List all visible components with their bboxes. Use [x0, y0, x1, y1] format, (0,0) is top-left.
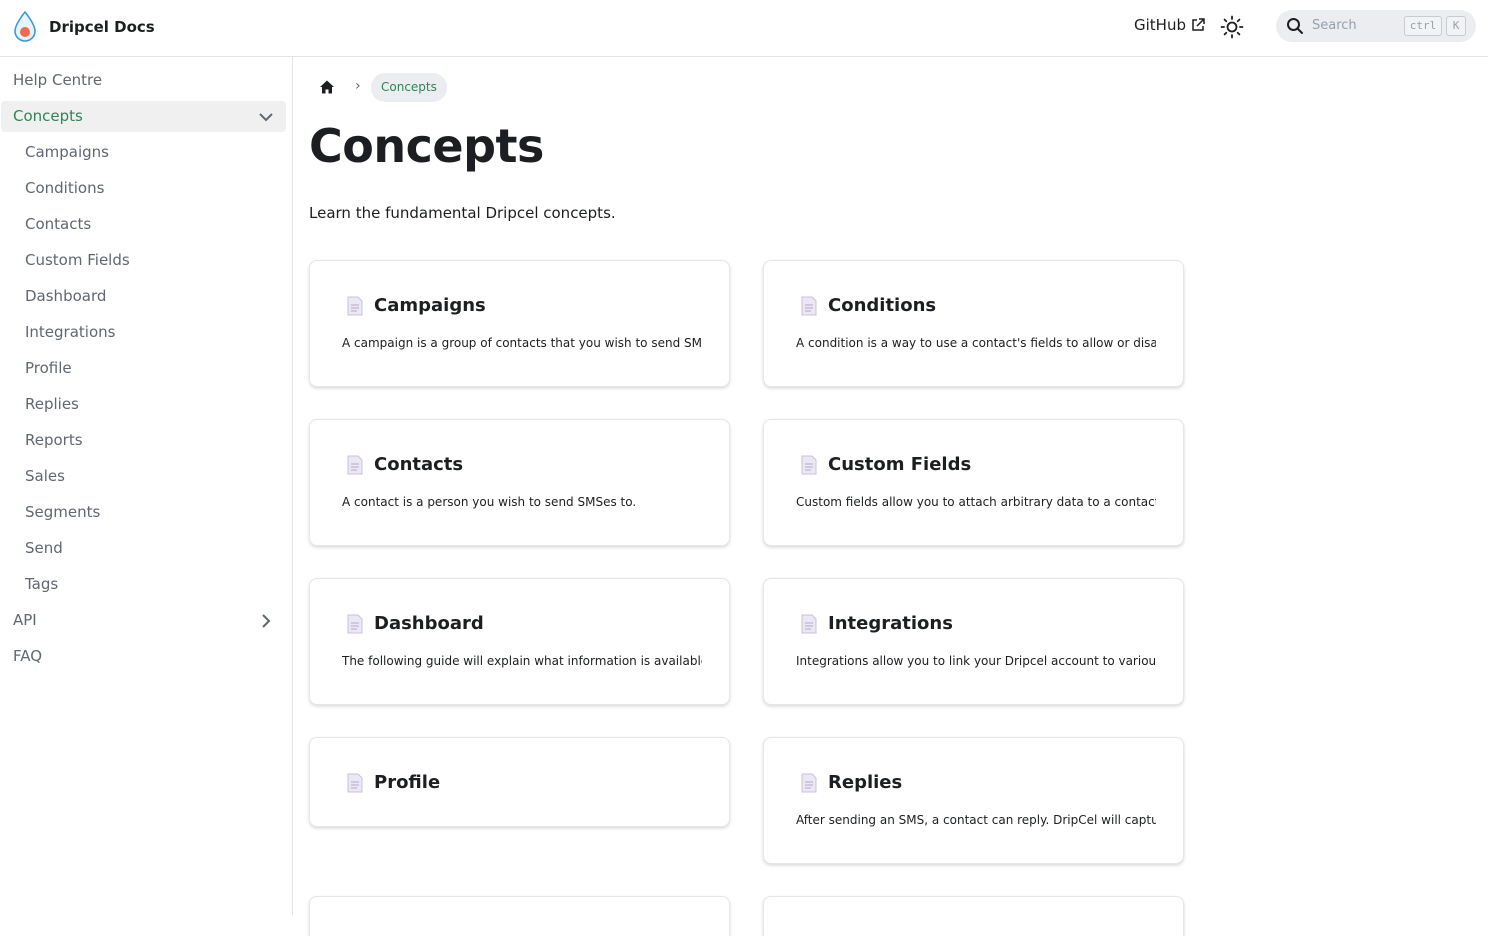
sidebar-item-tags[interactable]: Tags	[1, 569, 286, 600]
card-description: Custom fields allow you to attach arbitr…	[796, 495, 1156, 509]
theme-toggle-sun-icon[interactable]	[1219, 14, 1245, 40]
sidebar-item-concepts[interactable]: Concepts	[1, 101, 286, 132]
sidebar-item-label: API	[13, 611, 37, 629]
sidebar-item-label: Campaigns	[25, 143, 110, 161]
document-icon	[347, 455, 363, 474]
sidebar-item-send[interactable]: Send	[1, 533, 286, 564]
sidebar-item-label: FAQ	[13, 647, 43, 665]
sidebar-item-contacts[interactable]: Contacts	[1, 209, 286, 240]
document-icon	[801, 455, 817, 474]
document-icon	[347, 773, 363, 792]
card-description: A campaign is a group of contacts that y…	[342, 336, 702, 350]
search-placeholder: Search	[1312, 18, 1357, 33]
card-dashboard[interactable]: Dashboard The following guide will expla…	[309, 578, 730, 705]
page-description: Learn the fundamental Dripcel concepts.	[309, 204, 616, 222]
sidebar-item-api[interactable]: API	[1, 605, 286, 636]
breadcrumb-current: Concepts	[371, 73, 447, 102]
sidebar-item-integrations[interactable]: Integrations	[1, 317, 286, 348]
card-title: Dashboard	[374, 613, 484, 634]
chevron-down-icon[interactable]	[258, 109, 274, 125]
card-title: Campaigns	[374, 295, 486, 316]
page-title: Concepts	[309, 119, 544, 173]
main-content: › Concepts Concepts Learn the fundamenta…	[293, 57, 1488, 936]
sidebar-item-faq[interactable]: FAQ	[1, 641, 286, 672]
kbd-k: K	[1446, 16, 1466, 36]
sidebar-item-custom-fields[interactable]: Custom Fields	[1, 245, 286, 276]
sidebar-item-label: Help Centre	[13, 71, 103, 89]
sidebar-item-label: Custom Fields	[25, 251, 130, 269]
sidebar-item-profile[interactable]: Profile	[1, 353, 286, 384]
document-icon	[801, 773, 817, 792]
sidebar-item-label: Send	[25, 539, 63, 557]
document-icon	[801, 296, 817, 315]
search-icon	[1287, 18, 1303, 34]
sidebar-item-label: Concepts	[13, 107, 83, 125]
sidebar: Help Centre Concepts Campaigns Condition…	[0, 57, 293, 915]
card-partial[interactable]	[309, 896, 730, 936]
card-title: Conditions	[828, 295, 937, 316]
kbd-ctrl: ctrl	[1404, 16, 1442, 36]
sidebar-item-label: Tags	[25, 575, 59, 593]
navbar: Dripcel Docs GitHub Search ctrl K	[0, 0, 1488, 57]
sidebar-item-campaigns[interactable]: Campaigns	[1, 137, 286, 168]
sidebar-item-conditions[interactable]: Conditions	[1, 173, 286, 204]
card-description: A contact is a person you wish to send S…	[342, 495, 637, 509]
sidebar-item-label: Dashboard	[25, 287, 107, 305]
sidebar-item-dashboard[interactable]: Dashboard	[1, 281, 286, 312]
card-description: The following guide will explain what in…	[342, 654, 702, 668]
card-title: Custom Fields	[828, 454, 972, 475]
sidebar-item-replies[interactable]: Replies	[1, 389, 286, 420]
card-partial[interactable]	[763, 896, 1184, 936]
brand-link[interactable]: Dripcel Docs	[12, 10, 155, 44]
card-conditions[interactable]: Conditions A condition is a way to use a…	[763, 260, 1184, 387]
document-icon	[347, 614, 363, 633]
card-title: Contacts	[374, 454, 464, 475]
sidebar-item-reports[interactable]: Reports	[1, 425, 286, 456]
sidebar-item-label: Reports	[25, 431, 83, 449]
card-profile[interactable]: Profile	[309, 737, 730, 827]
card-campaigns[interactable]: Campaigns A campaign is a group of conta…	[309, 260, 730, 387]
card-description: A condition is a way to use a contact's …	[796, 336, 1156, 350]
search-button[interactable]: Search ctrl K	[1276, 10, 1476, 42]
droplet-logo-icon	[14, 10, 36, 42]
card-integrations[interactable]: Integrations Integrations allow you to l…	[763, 578, 1184, 705]
card-title: Integrations	[828, 613, 953, 634]
sidebar-item-help-centre[interactable]: Help Centre	[1, 65, 286, 96]
card-custom-fields[interactable]: Custom Fields Custom fields allow you to…	[763, 419, 1184, 546]
brand-title: Dripcel Docs	[49, 18, 155, 36]
card-title: Profile	[374, 772, 441, 793]
sidebar-item-label: Segments	[25, 503, 101, 521]
document-icon	[801, 614, 817, 633]
sidebar-item-segments[interactable]: Segments	[1, 497, 286, 528]
external-link-icon	[1192, 18, 1205, 31]
sidebar-item-label: Contacts	[25, 215, 92, 233]
sidebar-item-label: Conditions	[25, 179, 105, 197]
github-label: GitHub	[1134, 16, 1186, 34]
github-link[interactable]: GitHub	[1134, 16, 1205, 34]
sidebar-item-label: Sales	[25, 467, 65, 485]
breadcrumb-separator-icon: ›	[355, 78, 361, 94]
card-description: Integrations allow you to link your Drip…	[796, 654, 1156, 668]
sidebar-item-label: Profile	[25, 359, 72, 377]
card-replies[interactable]: Replies After sending an SMS, a contact …	[763, 737, 1184, 864]
document-icon	[347, 296, 363, 315]
chevron-right-icon[interactable]	[258, 613, 274, 629]
sidebar-item-label: Replies	[25, 395, 79, 413]
sidebar-item-label: Integrations	[25, 323, 116, 341]
card-title: Replies	[828, 772, 903, 793]
card-description: After sending an SMS, a contact can repl…	[796, 813, 1156, 827]
home-icon[interactable]	[319, 79, 335, 95]
card-contacts[interactable]: Contacts A contact is a person you wish …	[309, 419, 730, 546]
sidebar-item-sales[interactable]: Sales	[1, 461, 286, 492]
